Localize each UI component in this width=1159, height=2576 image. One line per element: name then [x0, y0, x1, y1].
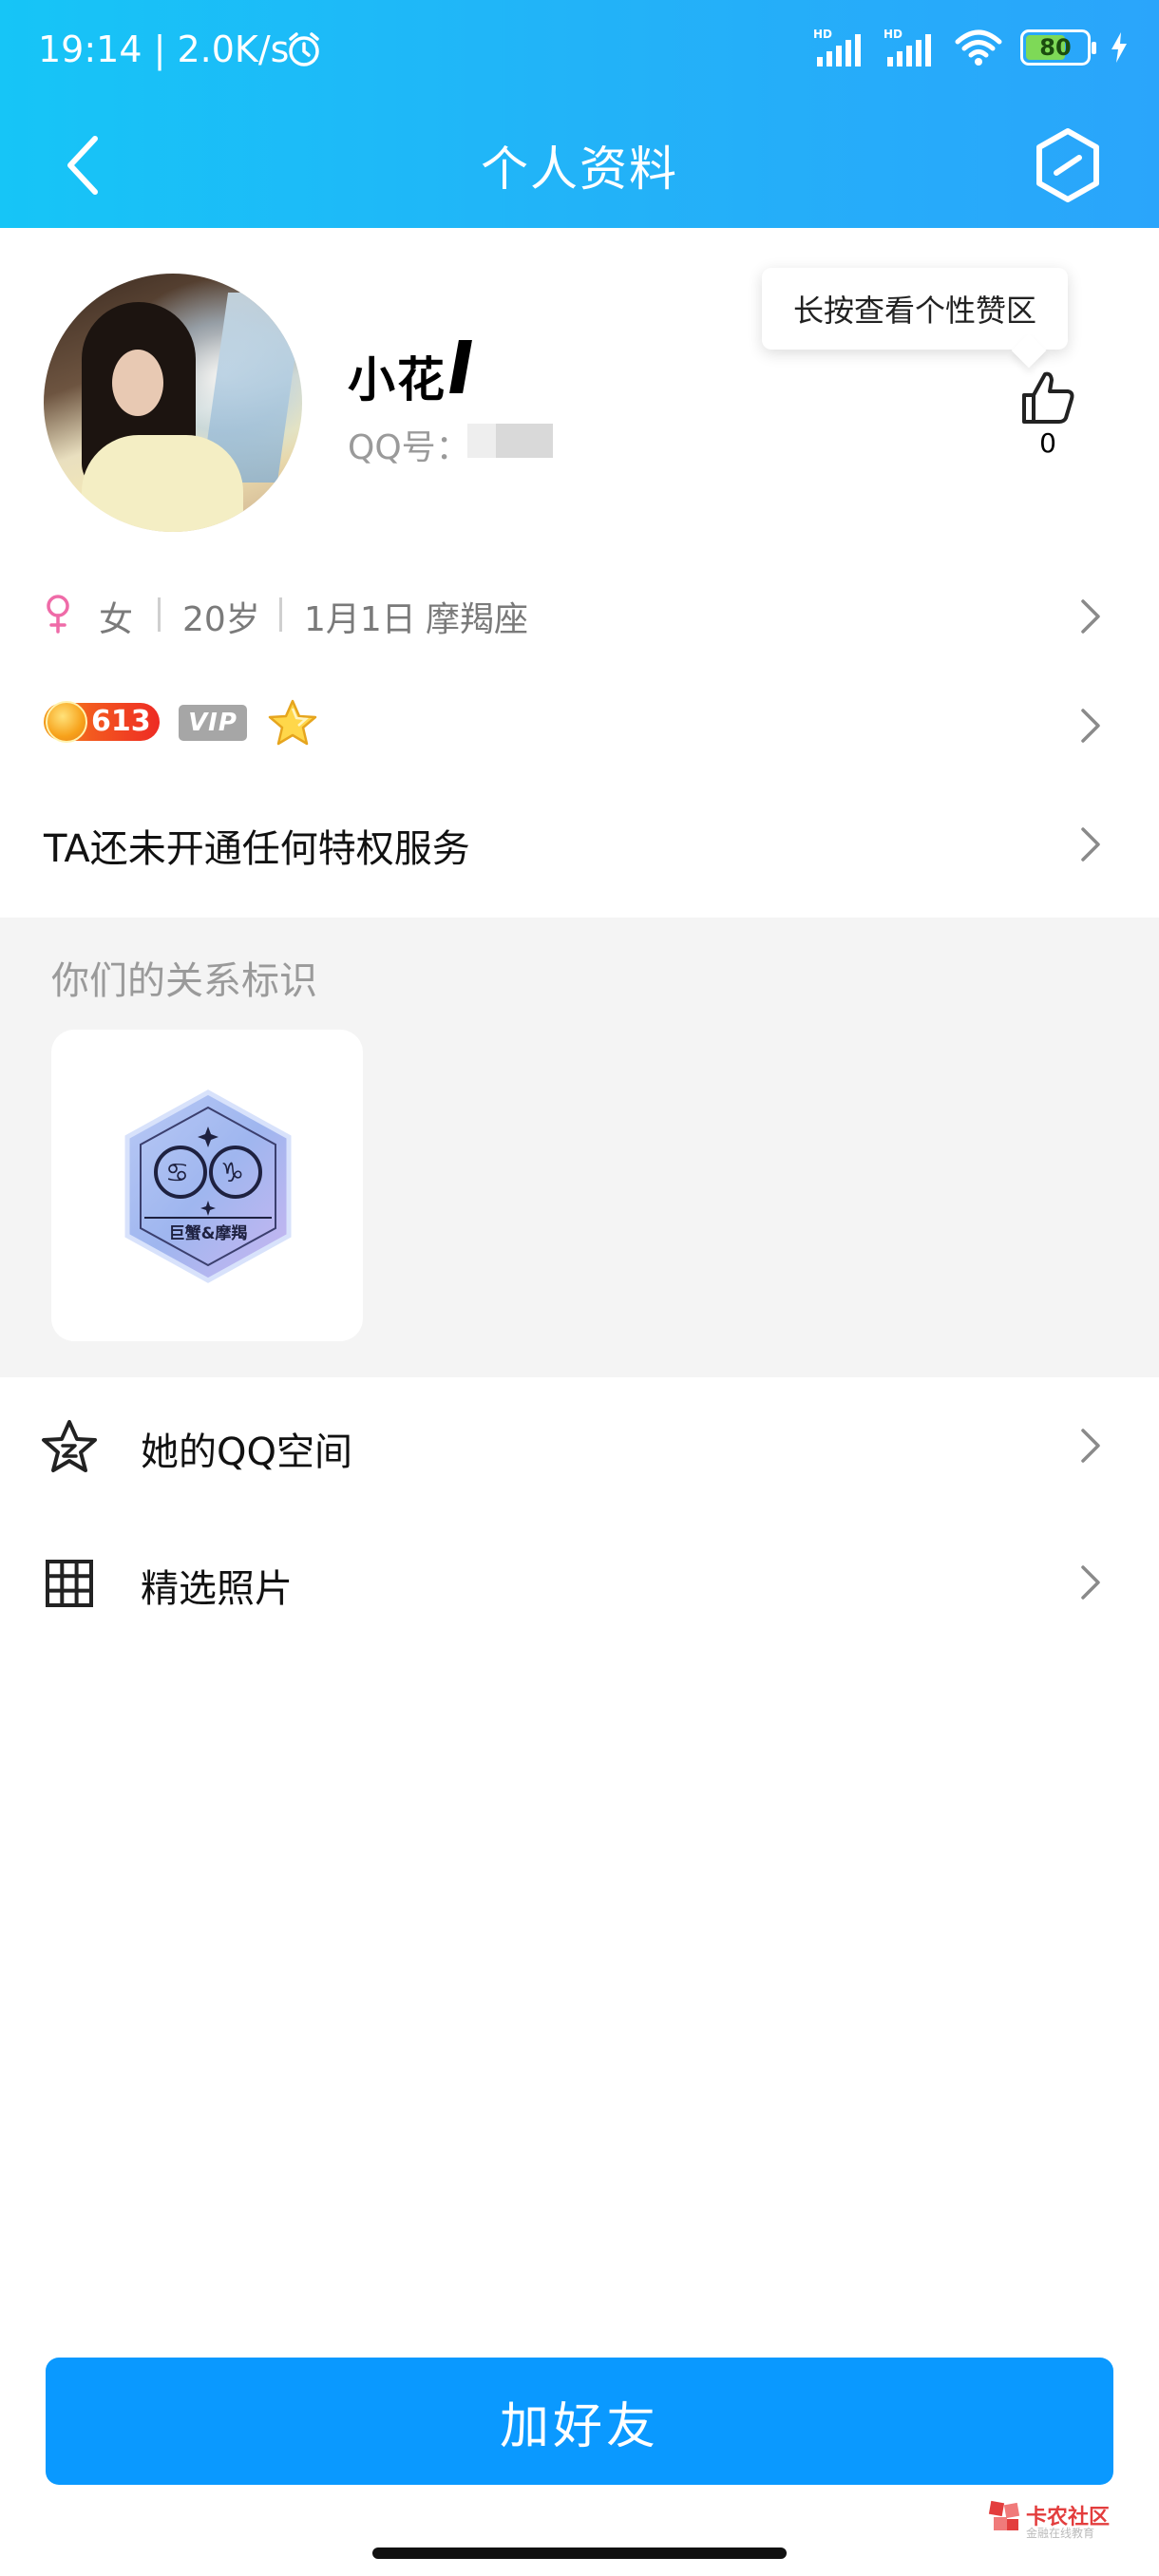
alarm-icon: [289, 32, 319, 66]
status-bar: 19:14 | 2.0K/s HD HD 80: [0, 0, 1159, 104]
charging-icon: [1112, 32, 1127, 63]
page-title: 个人资料: [481, 142, 678, 197]
status-time: 19:14 | 2.0K/s: [38, 28, 289, 70]
zodiac-text: 摩羯座: [426, 600, 529, 639]
vip-badge: VIP: [179, 705, 247, 741]
qzone-label: 她的QQ空间: [141, 1430, 352, 1474]
wifi-icon: [955, 29, 1002, 66]
chevron-right-icon: [1081, 1429, 1100, 1463]
relation-section: 你们的关系标识 ♋ ♑ 巨蟹&摩羯: [0, 918, 1159, 1377]
coin-icon: [46, 701, 87, 743]
chevron-right-icon: [1081, 827, 1100, 862]
female-icon: [47, 595, 69, 634]
birthday-text: 1月1日: [304, 600, 416, 639]
settings-icon[interactable]: [1032, 125, 1104, 205]
tooltip-text: 长按查看个性赞区: [792, 293, 1036, 329]
qq-number-label: QQ号：: [348, 428, 470, 467]
relation-title: 你们的关系标识: [51, 959, 317, 1003]
nickname-redaction: [449, 340, 472, 393]
add-friend-label: 加好友: [499, 2397, 659, 2455]
privilege-row[interactable]: TA还未开通任何特权服务: [0, 812, 1159, 875]
separator: |: [153, 28, 178, 70]
like-tooltip: 长按查看个性赞区: [762, 268, 1068, 350]
badges-row[interactable]: 613 VIP: [0, 691, 1159, 758]
svg-text:HD: HD: [884, 28, 902, 41]
add-friend-button[interactable]: 加好友: [46, 2358, 1113, 2485]
watermark-subtext: 金融在线教育: [1026, 2527, 1095, 2540]
level-badge: 613: [44, 701, 160, 743]
privilege-text: TA还未开通任何特权服务: [44, 827, 470, 871]
grid-icon: [46, 1560, 93, 1607]
age-text: 20岁: [182, 600, 260, 639]
qq-number-redaction: [467, 424, 553, 458]
chevron-right-icon: [1081, 1565, 1100, 1600]
divider: [279, 597, 282, 632]
chevron-right-icon: [1081, 709, 1100, 743]
zodiac-relation-icon: ♋ ♑ 巨蟹&摩羯: [124, 1089, 292, 1283]
home-indicator[interactable]: [372, 2548, 787, 2559]
signal-icon: HD: [813, 28, 861, 66]
nav-bar: 个人资料: [0, 104, 1159, 228]
level-value: 613: [91, 705, 151, 738]
star-icon: [268, 699, 317, 746]
battery-icon: 80: [1020, 29, 1096, 66]
watermark-logo-icon: [988, 2500, 1020, 2530]
gender-text: 女: [99, 600, 134, 639]
nickname: 小花: [348, 352, 446, 407]
signal-icon: HD: [884, 28, 931, 66]
svg-text:♋: ♋: [165, 1157, 189, 1188]
battery-level: 80: [1039, 34, 1072, 61]
relation-badge-card[interactable]: ♋ ♑ 巨蟹&摩羯: [51, 1030, 363, 1341]
divider: [158, 597, 161, 632]
time-text: 19:14: [38, 28, 142, 70]
chevron-right-icon: [1081, 599, 1100, 634]
avatar[interactable]: [44, 274, 302, 532]
photos-label: 精选照片: [141, 1567, 293, 1611]
qzone-row[interactable]: 她的QQ空间: [0, 1411, 1159, 1480]
photos-row[interactable]: 精选照片: [0, 1548, 1159, 1617]
basic-info-row[interactable]: 女 20岁 1月1日 摩羯座: [0, 584, 1159, 649]
like-icon[interactable]: [1018, 369, 1077, 427]
star-outline-icon: [42, 1420, 97, 1472]
svg-text:♑: ♑: [220, 1157, 244, 1188]
svg-text:HD: HD: [813, 28, 832, 41]
relation-badge-label: 巨蟹&摩羯: [169, 1223, 248, 1243]
network-speed: 2.0K/s: [177, 28, 290, 70]
like-count: 0: [1039, 427, 1056, 459]
